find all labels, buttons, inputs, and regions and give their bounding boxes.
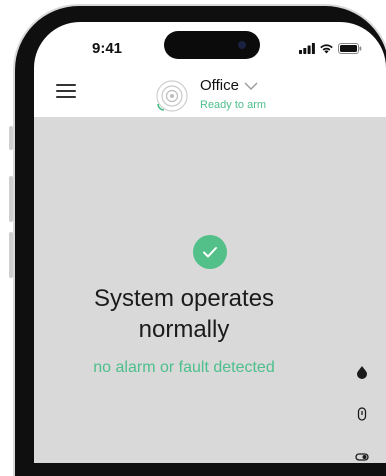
- drop-icon[interactable]: [355, 365, 369, 379]
- phone-volume-down-button: [9, 232, 13, 278]
- hamburger-menu-icon[interactable]: [56, 84, 76, 98]
- dynamic-island: [164, 31, 260, 59]
- camera-icon: [238, 41, 246, 49]
- app-header: Office Ready to arm: [34, 62, 386, 114]
- status-title-line-1: System operates: [93, 285, 275, 312]
- device-icon[interactable]: [355, 407, 369, 421]
- hub-spiral-icon[interactable]: [154, 78, 190, 114]
- hub-name[interactable]: Office: [200, 77, 239, 94]
- status-panel: System operates normally no alarm or fau…: [34, 117, 386, 463]
- status-time: 9:41: [92, 40, 123, 57]
- battery-icon: [338, 42, 362, 54]
- toggle-icon[interactable]: [355, 450, 369, 463]
- phone-volume-up-button: [9, 176, 13, 222]
- cellular-signal-icon: [299, 42, 315, 54]
- status-subtitle: no alarm or fault detected: [93, 359, 275, 376]
- chevron-down-icon[interactable]: [244, 82, 258, 90]
- status-bar: 9:41: [34, 22, 386, 60]
- system-icons: [299, 42, 362, 54]
- status-title-line-2: normally: [138, 316, 230, 343]
- wifi-icon: [320, 43, 333, 53]
- status-title: System operates normally: [34, 283, 334, 345]
- phone-screen: 9:41 Office Ready to arm System operates…: [34, 22, 386, 463]
- phone-side-button: [9, 126, 13, 150]
- checkmark-icon: [193, 235, 227, 269]
- hub-status: Ready to arm: [200, 99, 267, 111]
